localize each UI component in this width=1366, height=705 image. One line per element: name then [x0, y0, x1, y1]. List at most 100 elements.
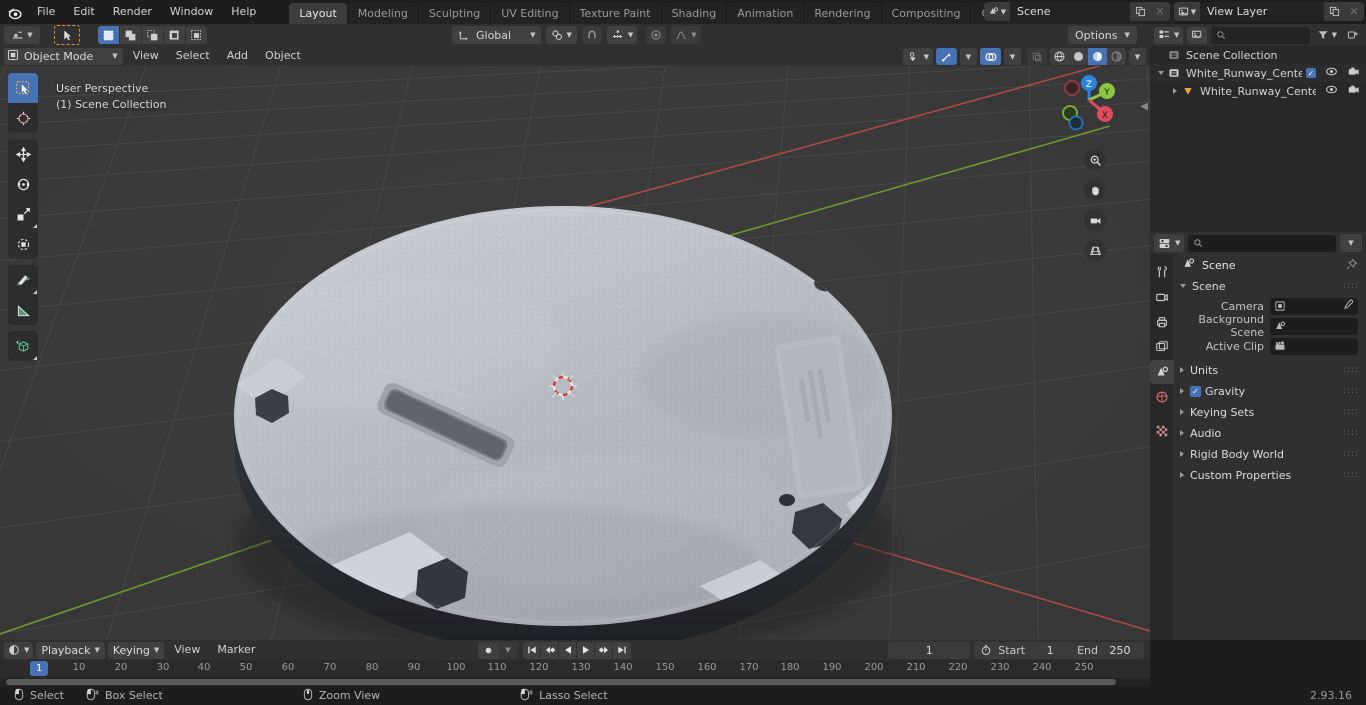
panel-header-rigid-body-world[interactable]: Rigid Body World ::::	[1174, 444, 1366, 464]
move-tool[interactable]	[8, 139, 38, 169]
outliner-search-input[interactable]	[1211, 26, 1310, 44]
output-tab[interactable]	[1150, 310, 1174, 334]
gizmo-dropdown[interactable]: ▼	[960, 48, 977, 65]
play-icon[interactable]	[577, 641, 595, 659]
transform-tool[interactable]	[8, 229, 38, 259]
menu-render[interactable]: Render	[104, 3, 161, 21]
duplicate-icon[interactable]	[1130, 2, 1150, 21]
prev-keyframe-icon[interactable]	[541, 641, 559, 659]
select-extend-icon[interactable]	[120, 26, 142, 44]
camera-icon[interactable]	[1084, 209, 1106, 231]
outliner-display-mode-icon[interactable]: ▼	[1154, 26, 1184, 44]
record-dot-icon[interactable]	[478, 642, 498, 659]
object-types-visibility-icon[interactable]: ▼	[902, 48, 933, 65]
select-intersect-icon[interactable]	[186, 26, 207, 44]
scene-name-field[interactable]: Scene	[1010, 2, 1130, 21]
outliner-row-scene-collection[interactable]: Scene Collection	[1150, 46, 1366, 64]
outliner-filter-icon[interactable]: ▼	[1314, 27, 1340, 44]
playback-dropdown[interactable]: Playback ▼	[36, 641, 105, 659]
scale-tool[interactable]	[8, 199, 38, 229]
properties-editor-icon[interactable]: ▼	[1154, 234, 1185, 252]
expand-triangle-right-icon[interactable]	[1168, 88, 1182, 94]
stopwatch-icon[interactable]	[974, 644, 996, 656]
background-scene-field[interactable]	[1270, 317, 1358, 335]
outliner-row-object[interactable]: White_Runway_Centerlir	[1150, 82, 1366, 100]
jump-end-icon[interactable]	[613, 642, 631, 659]
render-tab[interactable]	[1150, 285, 1174, 309]
overlays-icon[interactable]	[980, 48, 1001, 65]
select-subtract-icon[interactable]	[142, 26, 164, 44]
active-tool-indicator[interactable]	[54, 25, 80, 45]
viewport-menu-object[interactable]: Object	[258, 48, 308, 64]
annotate-tool[interactable]	[8, 265, 38, 295]
active-clip-field[interactable]	[1270, 337, 1358, 355]
outliner-editor[interactable]: ▼ ▼ Scene Collection White_Runway_Cente …	[1150, 24, 1366, 232]
scene-icon[interactable]: ▼	[984, 2, 1010, 21]
panel-header-gravity[interactable]: ✓ Gravity ::::	[1174, 381, 1366, 401]
unlink-x-icon[interactable]: ✕	[1344, 2, 1364, 21]
interaction-mode-dropdown[interactable]: Object Mode ▼	[4, 47, 123, 65]
tab-uv-editing[interactable]: UV Editing	[491, 3, 569, 24]
snap-toggle-button[interactable]	[581, 26, 602, 44]
start-value[interactable]: 1	[1031, 644, 1069, 657]
outliner-new-collection-icon[interactable]	[1344, 27, 1362, 44]
eye-icon[interactable]	[1325, 66, 1338, 80]
panel-header-keying-sets[interactable]: Keying Sets ::::	[1174, 402, 1366, 422]
play-reverse-icon[interactable]	[559, 641, 577, 659]
3d-viewport[interactable]: Object Mode ▼ View Select Add Object ▼ ▼	[0, 46, 1150, 640]
timeline-ruler[interactable]: 1 10 20 30 40 50 60 70 80 90 100 110 120…	[0, 660, 1150, 678]
tab-rendering[interactable]: Rendering	[804, 3, 881, 24]
pin-icon[interactable]	[1346, 258, 1358, 273]
cursor-tool[interactable]	[8, 103, 38, 133]
camera-render-icon[interactable]	[1347, 84, 1360, 98]
tab-modeling[interactable]: Modeling	[347, 3, 418, 24]
eye-icon[interactable]	[1325, 84, 1338, 98]
camera-render-icon[interactable]	[1347, 66, 1360, 80]
panel-header-audio[interactable]: Audio ::::	[1174, 423, 1366, 443]
keying-dropdown[interactable]: Keying ▼	[107, 641, 165, 659]
view-layer-icon[interactable]: ▼	[1174, 2, 1200, 21]
menu-edit[interactable]: Edit	[64, 3, 103, 21]
properties-options-dropdown[interactable]: ▼	[1340, 234, 1362, 252]
proportional-edit-toggle[interactable]	[646, 26, 667, 44]
measure-tool[interactable]	[8, 295, 38, 325]
timeline-menu-view[interactable]: View	[167, 642, 207, 658]
snap-target-dropdown[interactable]: ▼	[606, 26, 638, 44]
camera-field[interactable]	[1270, 297, 1358, 315]
timeline-scrollbar[interactable]	[0, 678, 1150, 686]
menu-file[interactable]: File	[28, 3, 64, 21]
outliner-filter-toggle-icon[interactable]	[1187, 26, 1208, 44]
view-layer-name-field[interactable]: View Layer	[1200, 2, 1324, 21]
next-keyframe-icon[interactable]	[595, 641, 613, 659]
outliner-row-collection[interactable]: White_Runway_Centerline_Li ✓	[1150, 64, 1366, 82]
jump-start-icon[interactable]	[523, 641, 541, 659]
tab-texture-paint[interactable]: Texture Paint	[569, 3, 661, 24]
shading-dropdown[interactable]: ▼	[1129, 48, 1146, 65]
end-value[interactable]: 250	[1104, 644, 1144, 657]
tab-shading[interactable]: Shading	[661, 3, 727, 24]
view-layer-tab[interactable]	[1150, 335, 1174, 359]
transform-orientation-dropdown[interactable]: Global ▼	[452, 26, 542, 44]
add-cube-tool[interactable]	[8, 331, 38, 361]
world-tab[interactable]	[1150, 385, 1174, 409]
gravity-checkbox[interactable]: ✓	[1190, 385, 1201, 397]
tab-sculpting[interactable]: Sculpting	[418, 3, 491, 24]
expand-triangle-down-icon[interactable]	[1154, 71, 1168, 75]
blender-logo-icon[interactable]	[0, 0, 28, 24]
texture-tab[interactable]	[1150, 419, 1174, 443]
falloff-dropdown[interactable]: ▼	[671, 26, 701, 44]
playhead[interactable]: 1	[30, 661, 49, 676]
panel-header-units[interactable]: Units ::::	[1174, 360, 1366, 380]
menu-window[interactable]: Window	[161, 3, 222, 21]
timeline-editor[interactable]: ▼ Playback ▼ Keying ▼ View Marker ▼ 1 St…	[0, 640, 1150, 686]
timeline-editor-icon[interactable]: ▼	[4, 641, 34, 659]
timeline-menu-marker[interactable]: Marker	[210, 642, 262, 658]
overlays-dropdown[interactable]: ▼	[1004, 48, 1021, 65]
select-set-icon[interactable]	[98, 26, 120, 44]
current-frame-field[interactable]: 1	[888, 641, 971, 659]
xray-toggle-icon[interactable]	[1027, 48, 1047, 65]
viewport-options-dropdown[interactable]: Options ▼	[1068, 26, 1137, 44]
auto-key-dropdown[interactable]: ▼	[498, 641, 518, 659]
properties-search-input[interactable]	[1188, 234, 1336, 252]
zoom-magnifier-icon[interactable]	[1084, 149, 1106, 171]
